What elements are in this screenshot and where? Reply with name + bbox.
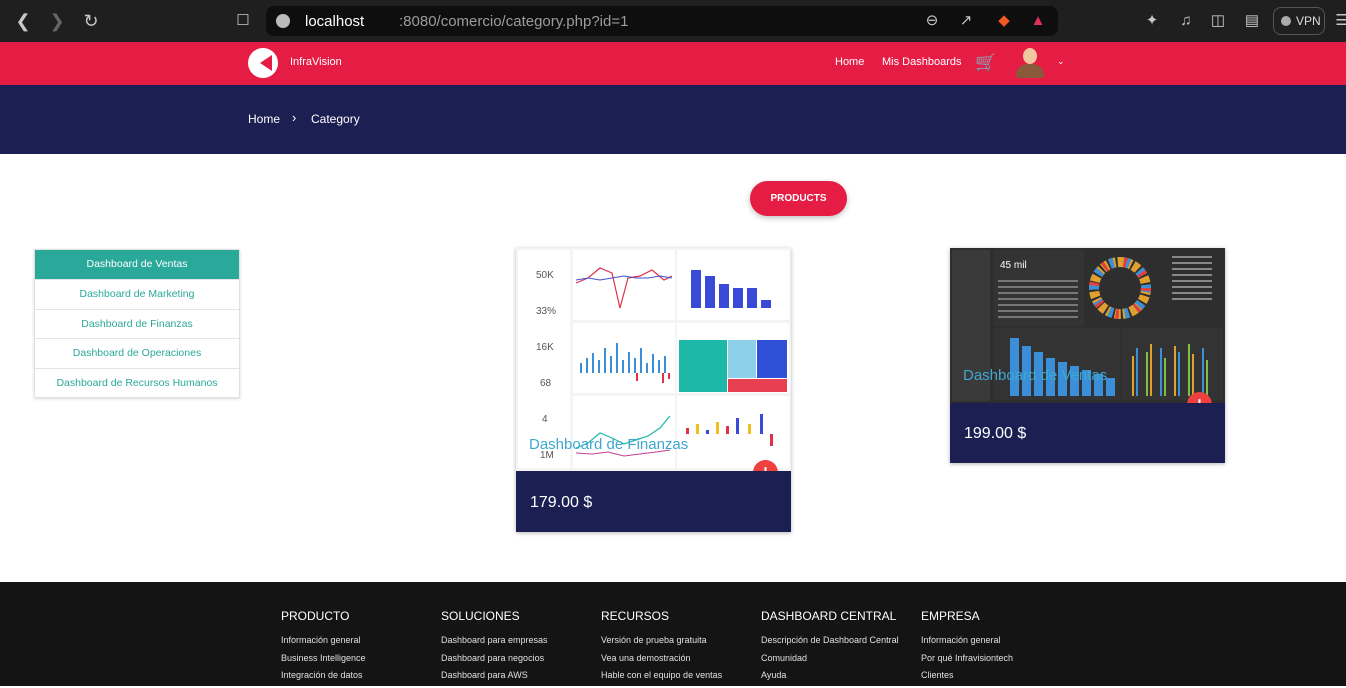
product-title[interactable]: Dashboard de Ventas bbox=[963, 367, 1107, 384]
footer-link[interactable]: Descripción de Dashboard Central bbox=[761, 635, 921, 653]
bookmark-icon[interactable]: ☐ bbox=[232, 10, 254, 32]
sidebar-item-recursos-humanos[interactable]: Dashboard de Recursos Humanos bbox=[35, 367, 239, 397]
footer-link[interactable]: Vea una demostración bbox=[601, 653, 761, 671]
price-bar: 199.00 $ bbox=[950, 403, 1225, 463]
kpi-value: 4 bbox=[542, 414, 548, 425]
footer-link[interactable]: Versión de prueba gratuita bbox=[601, 635, 761, 653]
kpi-value: 50K bbox=[536, 270, 554, 281]
footer-heading: RECURSOS bbox=[601, 609, 670, 623]
reload-icon[interactable]: ↻ bbox=[80, 10, 102, 32]
footer-link[interactable]: Comunidad bbox=[761, 653, 921, 671]
footer-column: SOLUCIONES Dashboard para empresas Dashb… bbox=[441, 609, 601, 688]
product-card[interactable]: 45 mil Dashboard de Ventas + bbox=[950, 248, 1225, 463]
footer-column: PRODUCTO Información general Business In… bbox=[281, 609, 441, 688]
footer-link[interactable]: Dashboard para empresas bbox=[441, 635, 601, 653]
zoom-icon[interactable]: ⊖ bbox=[922, 11, 942, 31]
footer-link[interactable]: Hable con el equipo de ventas bbox=[601, 670, 761, 688]
footer-heading: PRODUCTO bbox=[281, 609, 350, 623]
url-host: localhost bbox=[305, 13, 365, 30]
footer-heading: SOLUCIONES bbox=[441, 609, 520, 623]
forward-icon[interactable]: ❯ bbox=[46, 10, 68, 32]
nav-mis-dashboards[interactable]: Mis Dashboards bbox=[882, 56, 961, 68]
sidebar-toggle-icon[interactable]: ◫ bbox=[1208, 11, 1228, 31]
sidebar-item-finanzas[interactable]: Dashboard de Finanzas bbox=[35, 308, 239, 338]
category-sidebar: Dashboard de Ventas Dashboard de Marketi… bbox=[34, 249, 240, 398]
footer-column: DASHBOARD CENTRAL Descripción de Dashboa… bbox=[761, 609, 921, 688]
breadcrumb-home[interactable]: Home bbox=[248, 112, 280, 126]
brave-rewards-icon[interactable]: ▲ bbox=[1028, 11, 1048, 31]
product-price: 179.00 $ bbox=[530, 494, 593, 511]
sidebar-item-ventas[interactable]: Dashboard de Ventas bbox=[35, 250, 239, 280]
brand-name[interactable]: InfraVision bbox=[290, 56, 342, 68]
brave-shield-icon[interactable]: ◆ bbox=[994, 11, 1014, 31]
kpi-value: 45 mil bbox=[1000, 260, 1027, 271]
breadcrumb-category: Category bbox=[311, 112, 360, 126]
footer-link[interactable]: Ayuda bbox=[761, 670, 921, 688]
avatar[interactable] bbox=[1014, 44, 1046, 80]
site-info-icon[interactable] bbox=[276, 14, 290, 28]
site-header: InfraVision Home Mis Dashboards 🛒 ⌄ bbox=[0, 42, 1346, 85]
nav-home[interactable]: Home bbox=[835, 56, 864, 68]
product-title[interactable]: Dashboard de Finanzas bbox=[529, 436, 688, 453]
cart-icon[interactable]: 🛒 bbox=[975, 53, 996, 73]
browser-toolbar: ❮ ❯ ↻ ☐ localhost :8080/comercio/categor… bbox=[0, 0, 1346, 42]
footer-heading: EMPRESA bbox=[921, 609, 980, 623]
footer-link[interactable]: Integración de datos bbox=[281, 670, 441, 688]
footer-link[interactable]: Clientes bbox=[921, 670, 1081, 688]
address-bar[interactable]: localhost :8080/comercio/category.php?id… bbox=[266, 6, 1058, 36]
wallet-icon[interactable]: ▤ bbox=[1242, 11, 1262, 31]
kpi-value: 16K bbox=[536, 342, 554, 353]
url-path: :8080/comercio/category.php?id=1 bbox=[399, 13, 629, 30]
share-icon[interactable]: ↗ bbox=[956, 11, 976, 31]
kpi-value: 33% bbox=[536, 306, 556, 317]
footer-link[interactable]: Dashboard para negocios bbox=[441, 653, 601, 671]
back-icon[interactable]: ❮ bbox=[12, 10, 34, 32]
vpn-button[interactable]: VPN bbox=[1273, 7, 1325, 35]
footer-link[interactable]: Por qué Infravisiontech bbox=[921, 653, 1081, 671]
chevron-down-icon[interactable]: ⌄ bbox=[1057, 56, 1065, 67]
extensions-icon[interactable]: ✦ bbox=[1142, 11, 1162, 31]
media-icon[interactable]: ♫ bbox=[1176, 11, 1196, 31]
product-price: 199.00 $ bbox=[964, 425, 1027, 442]
footer-link[interactable]: Dashboard para AWS bbox=[441, 670, 601, 688]
sidebar-item-marketing[interactable]: Dashboard de Marketing bbox=[35, 279, 239, 308]
footer-link[interactable]: Business Intelligence bbox=[281, 653, 441, 671]
product-card[interactable]: 50K 33% 16K 68 4 1M Dashboard de Finanza… bbox=[516, 248, 791, 532]
footer-heading: DASHBOARD CENTRAL bbox=[761, 609, 897, 623]
chevron-right-icon: › bbox=[292, 110, 297, 125]
menu-icon[interactable]: ☰ bbox=[1332, 11, 1346, 31]
kpi-value: 68 bbox=[540, 378, 552, 389]
footer-link[interactable]: Información general bbox=[921, 635, 1081, 653]
sidebar-item-operaciones[interactable]: Dashboard de Operaciones bbox=[35, 338, 239, 367]
footer-link[interactable]: Información general bbox=[281, 635, 441, 653]
breadcrumb-banner: Home › Category bbox=[0, 85, 1346, 154]
logo-icon[interactable] bbox=[248, 48, 278, 78]
footer-column: EMPRESA Información general Por qué Infr… bbox=[921, 609, 1081, 688]
site-footer: PRODUCTO Información general Business In… bbox=[0, 582, 1346, 686]
price-bar: 179.00 $ bbox=[516, 471, 791, 532]
products-button[interactable]: PRODUCTS bbox=[750, 181, 847, 216]
footer-column: RECURSOS Versión de prueba gratuita Vea … bbox=[601, 609, 761, 688]
